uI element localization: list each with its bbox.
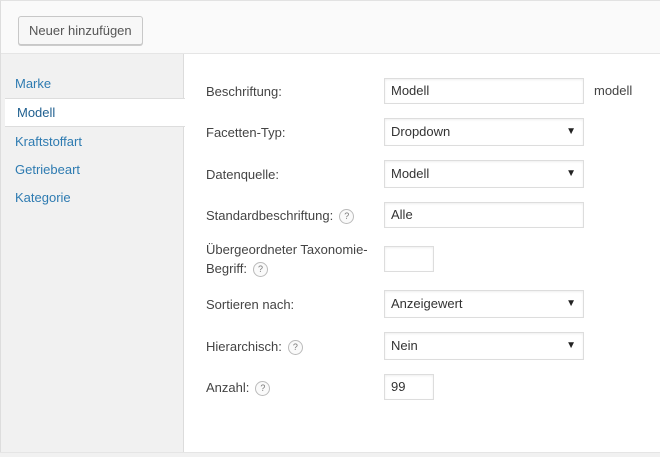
label-hierarchisch: Hierarchisch:? xyxy=(206,337,303,356)
label-datenquelle: Datenquelle: xyxy=(206,167,279,182)
sidebar-item-getriebeart[interactable]: Getriebeart xyxy=(5,155,184,184)
datenquelle-select[interactable]: Modell ▼ xyxy=(384,160,584,188)
bottom-edge xyxy=(0,452,660,457)
label-uebergeordneter-begriff: Übergeordneter Taxonomie- Begriff:? xyxy=(206,240,368,278)
uebergeordneter-begriff-input[interactable] xyxy=(384,246,434,272)
facetten-typ-value: Dropdown xyxy=(391,124,451,139)
help-icon[interactable]: ? xyxy=(255,381,271,397)
hierarchisch-select[interactable]: Nein ▼ xyxy=(384,332,584,360)
hierarchisch-label-text: Hierarchisch: xyxy=(206,339,282,354)
label-sortieren-nach: Sortieren nach: xyxy=(206,297,295,312)
label-beschriftung: Beschriftung: xyxy=(206,84,282,99)
facet-editor-panel: Neuer hinzufügen Marke Modell Kraftstoff… xyxy=(0,0,660,453)
standardbeschriftung-label-text: Standardbeschriftung: xyxy=(206,208,334,223)
toolbar: Neuer hinzufügen xyxy=(1,1,660,54)
facet-settings-form: Beschriftung: Modell modell Facetten-Typ… xyxy=(185,54,660,453)
label-standardbeschriftung: Standardbeschriftung:? xyxy=(206,206,355,225)
standardbeschriftung-input[interactable]: Alle xyxy=(384,202,584,228)
help-icon[interactable]: ? xyxy=(339,209,355,225)
chevron-down-icon: ▼ xyxy=(566,168,576,179)
sidebar-item-marke[interactable]: Marke xyxy=(5,69,184,98)
facet-sidebar: Marke Modell Kraftstoffart Getriebeart K… xyxy=(1,54,185,453)
label-facetten-typ: Facetten-Typ: xyxy=(206,125,286,140)
sortieren-nach-value: Anzeigewert xyxy=(391,296,463,311)
label-anzahl: Anzahl:? xyxy=(206,378,271,397)
sortieren-nach-select[interactable]: Anzeigewert ▼ xyxy=(384,290,584,318)
sidebar-item-kategorie[interactable]: Kategorie xyxy=(5,183,184,212)
chevron-down-icon: ▼ xyxy=(566,340,576,351)
beschriftung-input[interactable]: Modell xyxy=(384,78,584,104)
datenquelle-value: Modell xyxy=(391,166,430,181)
anzahl-input[interactable]: 99 xyxy=(384,374,434,400)
sidebar-item-modell[interactable]: Modell xyxy=(5,98,185,127)
uebergeordneter-label-line1: Übergeordneter Taxonomie- xyxy=(206,242,368,257)
facetten-typ-select[interactable]: Dropdown ▼ xyxy=(384,118,584,146)
help-icon[interactable]: ? xyxy=(287,340,303,356)
chevron-down-icon: ▼ xyxy=(566,126,576,137)
uebergeordneter-label-line2: Begriff: xyxy=(206,261,247,276)
beschriftung-slug: modell xyxy=(594,83,633,98)
sidebar-item-kraftstoffart[interactable]: Kraftstoffart xyxy=(5,127,184,156)
help-icon[interactable]: ? xyxy=(252,262,268,278)
chevron-down-icon: ▼ xyxy=(566,298,576,309)
add-new-button[interactable]: Neuer hinzufügen xyxy=(18,16,143,45)
hierarchisch-value: Nein xyxy=(391,338,418,353)
anzahl-label-text: Anzahl: xyxy=(206,380,250,395)
